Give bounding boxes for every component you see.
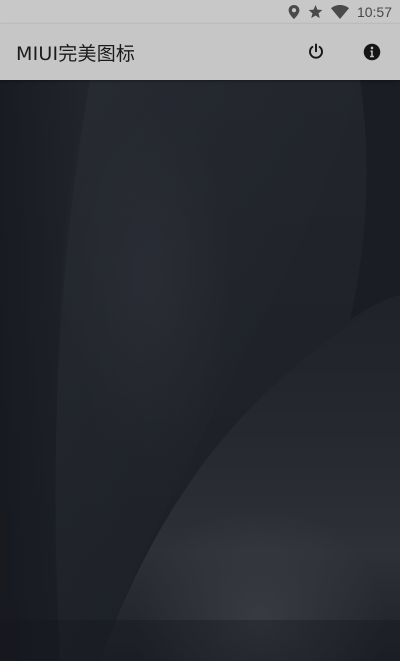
- wallpaper-background: [0, 80, 400, 661]
- power-button[interactable]: [288, 24, 344, 80]
- app-bar: MIUI完美图标: [0, 24, 400, 80]
- status-bar: 10:57: [0, 0, 400, 24]
- power-icon: [307, 43, 325, 61]
- star-icon: [308, 5, 323, 19]
- wifi-icon: [330, 5, 349, 19]
- wallpaper-waves: [0, 80, 400, 661]
- info-button[interactable]: [344, 24, 400, 80]
- location-icon: [288, 5, 300, 19]
- app-title: MIUI完美图标: [16, 42, 136, 65]
- info-icon: [363, 43, 381, 61]
- status-time: 10:57: [356, 4, 392, 20]
- screen: 10:57 MIUI完美图标: [0, 0, 400, 661]
